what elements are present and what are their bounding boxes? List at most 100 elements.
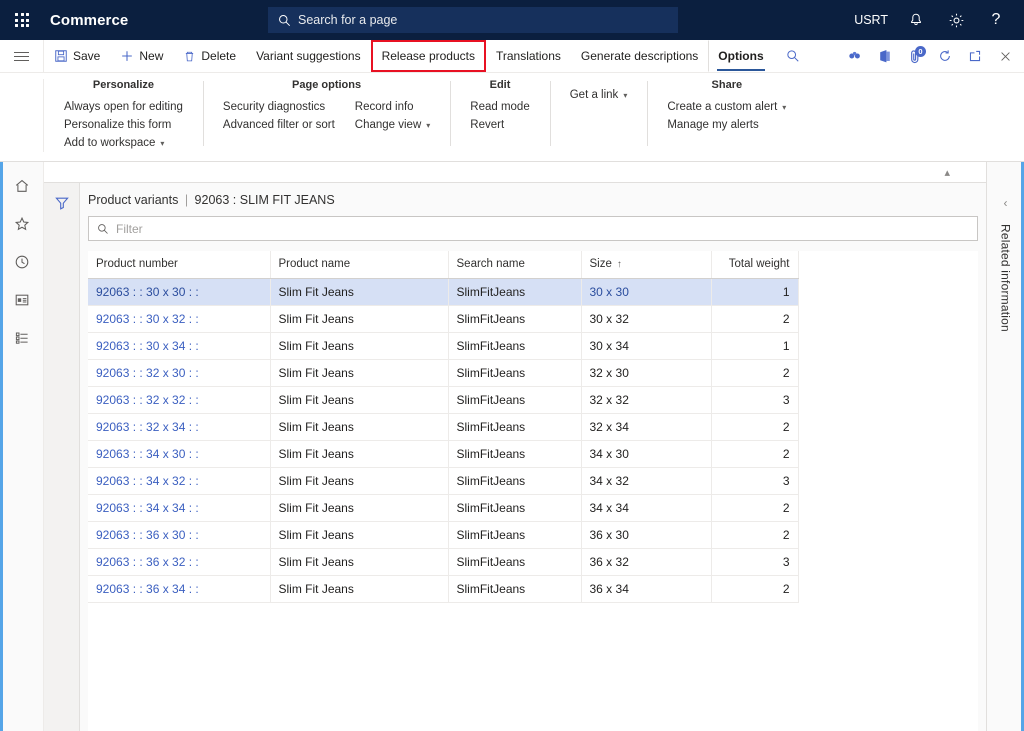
options-tab[interactable]: Options <box>708 40 773 72</box>
copilot-icon[interactable] <box>840 40 870 72</box>
table-row[interactable]: 92063 : : 34 x 30 : : Slim Fit Jeans Sli… <box>88 440 798 467</box>
cell-product-number[interactable]: 92063 : : 32 x 30 : : <box>88 359 270 386</box>
release-products-button[interactable]: Release products <box>371 40 486 72</box>
table-row[interactable]: 92063 : : 30 x 34 : : Slim Fit Jeans Sli… <box>88 332 798 359</box>
variant-suggestions-button[interactable]: Variant suggestions <box>246 40 371 72</box>
cell-product-name: Slim Fit Jeans <box>270 440 448 467</box>
options-group-personalize: Personalize Always open for editing Pers… <box>44 79 203 152</box>
always-open-for-editing-link[interactable]: Always open for editing <box>62 98 185 116</box>
cell-size: 30 x 30 <box>581 278 711 305</box>
global-search-box[interactable]: Search for a page <box>268 7 678 33</box>
personalize-this-form-link[interactable]: Personalize this form <box>62 116 185 134</box>
home-icon[interactable] <box>4 168 40 204</box>
option-label: Manage my alerts <box>667 119 758 131</box>
modules-list-icon[interactable] <box>4 320 40 356</box>
cell-product-number[interactable]: 92063 : : 34 x 30 : : <box>88 440 270 467</box>
grid-filter-input[interactable]: Filter <box>88 216 978 241</box>
gear-icon[interactable] <box>936 0 976 40</box>
attachments-icon[interactable]: 0 <box>900 40 930 72</box>
cell-product-number[interactable]: 92063 : : 32 x 34 : : <box>88 413 270 440</box>
cell-search-name: SlimFitJeans <box>448 548 581 575</box>
modules-list-glyph <box>14 330 30 346</box>
table-row[interactable]: 92063 : : 30 x 32 : : Slim Fit Jeans Sli… <box>88 305 798 332</box>
table-row[interactable]: 92063 : : 34 x 34 : : Slim Fit Jeans Sli… <box>88 494 798 521</box>
options-group-get-a-link: Get a link ▾ <box>550 79 648 152</box>
workspace-icon[interactable] <box>4 282 40 318</box>
help-icon[interactable]: ? <box>976 0 1016 40</box>
cell-product-number[interactable]: 92063 : : 36 x 30 : : <box>88 521 270 548</box>
cell-product-number[interactable]: 92063 : : 30 x 34 : : <box>88 332 270 359</box>
table-row[interactable]: 92063 : : 30 x 30 : : Slim Fit Jeans Sli… <box>88 278 798 305</box>
clock-icon[interactable] <box>4 244 40 280</box>
grid-scroll-container[interactable]: Product number Product name Search name <box>88 251 978 731</box>
revert-link[interactable]: Revert <box>468 116 531 134</box>
options-panel: Personalize Always open for editing Pers… <box>0 73 1024 162</box>
star-icon[interactable] <box>4 206 40 242</box>
application-window: Commerce Search for a page USRT <box>0 0 1024 731</box>
advanced-filter-or-sort-link[interactable]: Advanced filter or sort <box>221 116 337 134</box>
chevron-up-icon[interactable]: ▴ <box>938 166 956 179</box>
save-button[interactable]: Save <box>44 40 110 72</box>
create-a-custom-alert-link[interactable]: Create a custom alert ▾ <box>665 98 788 116</box>
table-row[interactable]: 92063 : : 34 x 32 : : Slim Fit Jeans Sli… <box>88 467 798 494</box>
manage-my-alerts-link[interactable]: Manage my alerts <box>665 116 788 134</box>
new-button[interactable]: New <box>110 40 173 72</box>
table-row[interactable]: 92063 : : 32 x 32 : : Slim Fit Jeans Sli… <box>88 386 798 413</box>
table-row[interactable]: 92063 : : 36 x 32 : : Slim Fit Jeans Sli… <box>88 548 798 575</box>
cell-product-number[interactable]: 92063 : : 34 x 32 : : <box>88 467 270 494</box>
product-variants-table: Product number Product name Search name <box>88 251 799 603</box>
get-a-link-link[interactable]: Get a link ▾ <box>568 86 630 104</box>
office-icon[interactable] <box>870 40 900 72</box>
delete-button[interactable]: Delete <box>173 40 246 72</box>
add-to-workspace-link[interactable]: Add to workspace ▾ <box>62 134 185 152</box>
cell-product-number[interactable]: 92063 : : 36 x 34 : : <box>88 575 270 602</box>
cell-product-number[interactable]: 92063 : : 30 x 32 : : <box>88 305 270 332</box>
funnel-filter-icon[interactable] <box>54 195 70 211</box>
cell-product-number[interactable]: 92063 : : 34 x 34 : : <box>88 494 270 521</box>
column-header-search-name[interactable]: Search name <box>448 251 581 278</box>
column-header-total-weight[interactable]: Total weight <box>711 251 798 278</box>
options-group-title: Share <box>657 79 796 91</box>
popout-icon[interactable] <box>960 40 990 72</box>
related-information-label[interactable]: Related information <box>999 224 1013 332</box>
record-caption: 92063 : SLIM FIT JEANS <box>195 193 335 207</box>
column-header-product-name[interactable]: Product name <box>270 251 448 278</box>
cell-product-number[interactable]: 92063 : : 32 x 32 : : <box>88 386 270 413</box>
hamburger-menu-icon[interactable] <box>0 40 44 72</box>
table-row[interactable]: 92063 : : 32 x 30 : : Slim Fit Jeans Sli… <box>88 359 798 386</box>
table-row[interactable]: 92063 : : 36 x 30 : : Slim Fit Jeans Sli… <box>88 521 798 548</box>
cell-total-weight: 3 <box>711 548 798 575</box>
options-group-page-options: Page options Security diagnostics Advanc… <box>203 79 450 152</box>
cell-product-number[interactable]: 92063 : : 30 x 30 : : <box>88 278 270 305</box>
header-label: Size <box>590 258 612 270</box>
cell-total-weight: 1 <box>711 332 798 359</box>
table-row[interactable]: 92063 : : 32 x 34 : : Slim Fit Jeans Sli… <box>88 413 798 440</box>
close-icon[interactable] <box>990 40 1020 72</box>
bell-icon[interactable] <box>896 0 936 40</box>
app-launcher-icon[interactable] <box>0 0 44 40</box>
refresh-icon[interactable] <box>930 40 960 72</box>
column-header-product-number[interactable]: Product number <box>88 251 270 278</box>
open-in-new-window-glyph <box>968 49 982 63</box>
table-row[interactable]: 92063 : : 36 x 34 : : Slim Fit Jeans Sli… <box>88 575 798 602</box>
company-selector[interactable]: USRT <box>846 0 896 40</box>
cell-search-name: SlimFitJeans <box>448 359 581 386</box>
option-label: Record info <box>355 101 414 113</box>
generate-descriptions-button[interactable]: Generate descriptions <box>571 40 708 72</box>
read-mode-link[interactable]: Read mode <box>468 98 531 116</box>
cell-product-number[interactable]: 92063 : : 36 x 32 : : <box>88 548 270 575</box>
cell-product-name: Slim Fit Jeans <box>270 494 448 521</box>
column-header-size[interactable]: Size↑ <box>581 251 711 278</box>
change-view-link[interactable]: Change view ▾ <box>353 116 433 134</box>
cell-product-name: Slim Fit Jeans <box>270 548 448 575</box>
chevron-left-icon[interactable]: ‹ <box>1004 196 1008 210</box>
command-buttons: Save New Delete Variant suggestions Rele… <box>44 40 808 72</box>
translations-button[interactable]: Translations <box>486 40 571 72</box>
new-label: New <box>139 49 163 63</box>
security-diagnostics-link[interactable]: Security diagnostics <box>221 98 337 116</box>
command-search-icon[interactable] <box>778 40 808 72</box>
save-label: Save <box>73 49 100 63</box>
cell-product-name: Slim Fit Jeans <box>270 467 448 494</box>
record-info-link[interactable]: Record info <box>353 98 433 116</box>
cell-total-weight: 2 <box>711 440 798 467</box>
